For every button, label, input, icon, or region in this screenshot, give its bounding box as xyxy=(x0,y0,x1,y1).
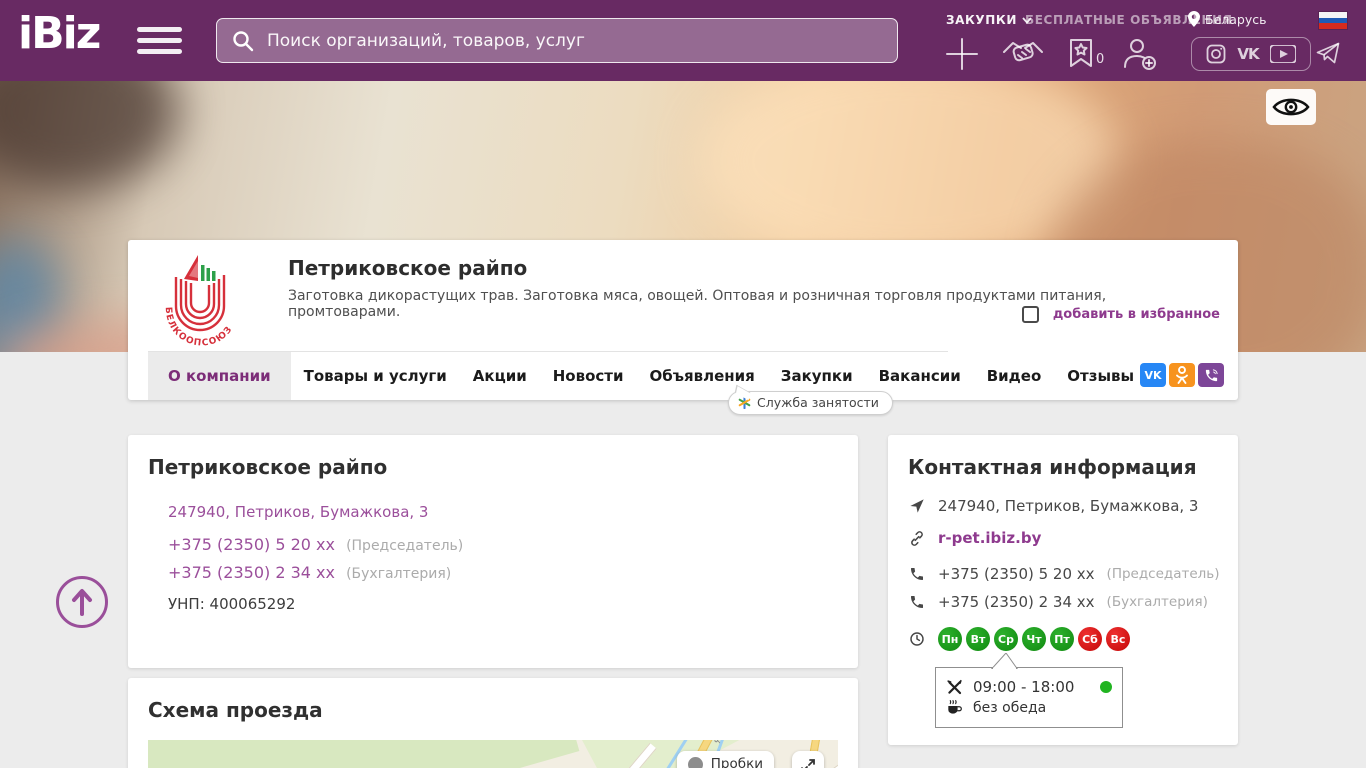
phone-number[interactable]: +375 (2350) 2 34 xx xyxy=(938,593,1095,611)
day-badge-fri[interactable]: Пт xyxy=(1050,627,1074,651)
navigation-arrow-icon xyxy=(910,499,924,513)
add-to-favorites[interactable]: добавить в избранное xyxy=(1021,306,1220,323)
phone-icon xyxy=(911,568,923,580)
youtube-icon[interactable] xyxy=(1270,45,1297,63)
search-bar[interactable] xyxy=(216,18,898,63)
vk-icon[interactable]: VK xyxy=(1140,363,1166,387)
lunch-info: без обеда xyxy=(973,699,1047,716)
favorite-label: добавить в избранное xyxy=(1052,307,1220,322)
open-now-indicator xyxy=(1100,681,1112,693)
coffee-cup-icon xyxy=(948,700,962,714)
tab-news[interactable]: Новости xyxy=(540,352,637,400)
visually-impaired-eye-button[interactable] xyxy=(1266,89,1316,125)
company-website-link[interactable]: r-pet.ibiz.by xyxy=(938,529,1041,547)
phone-role: (Председатель) xyxy=(346,538,464,554)
contact-address: 247940, Петриков, Бумажкова, 3 xyxy=(938,497,1199,515)
company-address-link[interactable]: 247940, Петриков, Бумажкова, 3 xyxy=(168,503,428,521)
contact-title: Контактная информация xyxy=(908,455,1197,479)
link-icon xyxy=(911,530,923,546)
map-card: Схема проезда я ул. Пробки xyxy=(128,678,858,768)
about-card: Петриковское райпо 247940, Петриков, Бум… xyxy=(128,435,858,668)
day-badge-wed[interactable]: Ср xyxy=(994,627,1018,651)
phone-link[interactable]: +375 (2350) 2 34 xx xyxy=(168,563,335,582)
viber-icon[interactable] xyxy=(1198,363,1224,387)
location-pin-icon xyxy=(1188,11,1200,27)
employment-service-icon xyxy=(738,396,751,409)
day-badge-sat[interactable]: Сб xyxy=(1078,627,1102,651)
phone-icon xyxy=(911,596,923,608)
favorites-count: 0 xyxy=(1096,52,1105,67)
expand-icon xyxy=(801,758,815,768)
favorite-checkbox[interactable] xyxy=(1021,306,1039,323)
company-logo-belkoopsoyuz: БЕЛКООПСОЮЗ xyxy=(163,255,234,346)
partners-handshake-icon[interactable] xyxy=(1001,37,1045,71)
map-canvas[interactable]: я ул. Пробки xyxy=(148,740,838,768)
map-title: Схема проезда xyxy=(148,698,323,722)
tab-about[interactable]: О компании xyxy=(148,352,291,400)
arrow-up-icon xyxy=(72,589,92,616)
contact-address-row: 247940, Петриков, Бумажкова, 3 xyxy=(908,497,1198,515)
day-badge-tue[interactable]: Вт xyxy=(966,627,990,651)
add-company-button[interactable] xyxy=(944,36,980,72)
nav-zakupki[interactable]: ЗАКУПКИ xyxy=(946,13,1032,27)
contact-phone-row: +375 (2350) 2 34 xx (Бухгалтерия) xyxy=(908,593,1208,611)
tab-promos[interactable]: Акции xyxy=(460,352,540,400)
company-unp: УНП: 400065292 xyxy=(168,595,296,613)
day-badge-sun[interactable]: Вс xyxy=(1106,627,1130,651)
popover-pointer xyxy=(990,653,1018,669)
map-park-area xyxy=(148,740,580,768)
day-badge-thu[interactable]: Чт xyxy=(1022,627,1046,651)
phone-number[interactable]: +375 (2350) 5 20 xx xyxy=(938,565,1095,583)
company-social-buttons: VK xyxy=(1140,363,1224,387)
traffic-light-icon xyxy=(687,756,703,768)
clock-icon xyxy=(910,632,924,646)
search-input[interactable] xyxy=(267,30,883,51)
working-hours: 09:00 - 18:00 xyxy=(973,678,1075,696)
hamburger-menu-icon[interactable] xyxy=(137,27,182,60)
contact-info-card: Контактная информация 247940, Петриков, … xyxy=(888,435,1238,745)
working-hours-popover: 09:00 - 18:00 без обеда xyxy=(935,653,1123,728)
day-badge-mon[interactable]: Пн xyxy=(938,627,962,651)
favorites-bookmark-icon[interactable] xyxy=(1068,38,1094,68)
telegram-icon[interactable] xyxy=(1316,42,1340,64)
employment-service-tooltip[interactable]: Служба занятости xyxy=(728,391,893,415)
eye-icon xyxy=(1272,98,1310,116)
header: iBiz ЗАКУПКИ БЕСПЛАТНЫЕ ОБЪЯВЛЕНИЯ Белар… xyxy=(0,0,1366,81)
working-days: Пн Вт Ср Чт Пт Сб Вс xyxy=(938,627,1134,651)
instagram-icon[interactable] xyxy=(1206,44,1226,64)
search-icon xyxy=(233,30,254,51)
odnoklassniki-icon[interactable] xyxy=(1169,363,1195,387)
register-user-icon[interactable] xyxy=(1122,37,1158,71)
tab-products[interactable]: Товары и услуги xyxy=(291,352,460,400)
tab-video[interactable]: Видео xyxy=(974,352,1055,400)
vk-icon[interactable]: VK xyxy=(1237,45,1259,63)
work-tools-icon xyxy=(947,679,962,694)
employment-service-label: Служба занятости xyxy=(757,395,879,410)
tab-reviews[interactable]: Отзывы xyxy=(1054,352,1147,400)
company-header-card: БЕЛКООПСОЮЗ Петриковское райпо Заготовка… xyxy=(128,240,1238,400)
contact-website-row: r-pet.ibiz.by xyxy=(908,529,1041,547)
country-selector[interactable]: Беларусь xyxy=(1188,11,1267,27)
phone-row: +375 (2350) 5 20 xx (Председатель) xyxy=(168,535,463,554)
language-flag-ru[interactable] xyxy=(1319,12,1347,29)
scroll-to-top-button[interactable] xyxy=(56,576,108,628)
company-name: Петриковское райпо xyxy=(288,256,528,280)
contact-phone-row: +375 (2350) 5 20 xx (Председатель) xyxy=(908,565,1220,583)
ibiz-logo[interactable]: iBiz xyxy=(18,8,101,59)
phone-role: (Бухгалтерия) xyxy=(1106,594,1208,610)
company-tabs: О компании Товары и услуги Акции Новости… xyxy=(148,352,1224,400)
phone-role: (Председатель) xyxy=(1106,566,1220,582)
phone-role: (Бухгалтерия) xyxy=(346,566,452,582)
working-days-row: Пн Вт Ср Чт Пт Сб Вс xyxy=(908,627,1134,651)
traffic-toggle-button[interactable]: Пробки xyxy=(676,751,774,768)
about-title: Петриковское райпо xyxy=(148,455,388,479)
phone-link[interactable]: +375 (2350) 5 20 xx xyxy=(168,535,335,554)
phone-row: +375 (2350) 2 34 xx (Бухгалтерия) xyxy=(168,563,451,582)
header-social-links: VK xyxy=(1191,37,1311,71)
map-fullscreen-button[interactable] xyxy=(792,751,824,768)
